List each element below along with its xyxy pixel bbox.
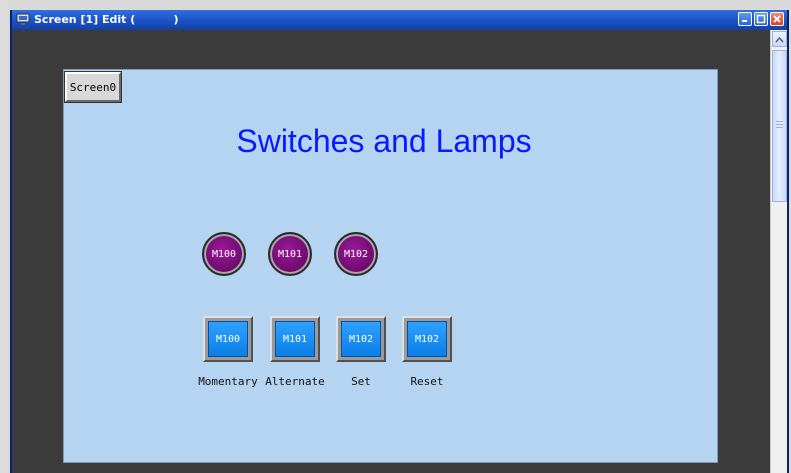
- scroll-up-button[interactable]: [772, 31, 787, 47]
- screen-editor-window: Screen [1] Edit ( ) Screen0 Switches and…: [10, 10, 789, 473]
- minimize-icon: [742, 20, 747, 22]
- app-icon: [16, 13, 30, 25]
- vertical-scrollbar[interactable]: [770, 30, 787, 473]
- lamp-m101[interactable]: M101: [268, 232, 312, 276]
- lamp-label: M102: [343, 248, 369, 260]
- switch-face: M102: [341, 321, 381, 357]
- switch-face: M102: [407, 321, 447, 357]
- switch-label: M101: [282, 333, 308, 345]
- hmi-screen-canvas[interactable]: Screen0 Switches and Lamps M100 M101 M10…: [63, 69, 718, 463]
- switch-face: M101: [275, 321, 315, 357]
- scroll-thumb[interactable]: [772, 50, 787, 202]
- minimize-button[interactable]: [738, 12, 752, 26]
- switch-label: M102: [348, 333, 374, 345]
- switch-momentary-m100[interactable]: M100: [203, 316, 253, 362]
- lamp-m102[interactable]: M102: [334, 232, 378, 276]
- close-button[interactable]: [770, 12, 784, 26]
- scroll-up-arrow-icon: [775, 36, 784, 43]
- switch-reset-m102[interactable]: M102: [402, 316, 452, 362]
- window-title: Screen [1] Edit ( ): [34, 13, 179, 26]
- switch-alternate-m101[interactable]: M101: [270, 316, 320, 362]
- title-bar[interactable]: Screen [1] Edit ( ): [12, 10, 787, 30]
- switch-face: M100: [208, 321, 248, 357]
- maximize-button[interactable]: [754, 12, 768, 26]
- switch-set-m102[interactable]: M102: [336, 316, 386, 362]
- screen0-label: Screen0: [69, 80, 117, 94]
- lamp-label: M101: [277, 248, 303, 260]
- close-icon: [773, 15, 781, 23]
- maximize-icon: [756, 14, 766, 24]
- switch-label: M100: [215, 333, 241, 345]
- page-title: Switches and Lamps: [236, 123, 532, 159]
- background-strip: [0, 0, 8, 473]
- caption-reset: Reset: [410, 375, 444, 388]
- lamp-label: M100: [211, 248, 237, 260]
- screen0-button[interactable]: Screen0: [65, 72, 121, 102]
- lamp-m100[interactable]: M100: [202, 232, 246, 276]
- switch-label: M102: [414, 333, 440, 345]
- scroll-grip: [776, 121, 783, 129]
